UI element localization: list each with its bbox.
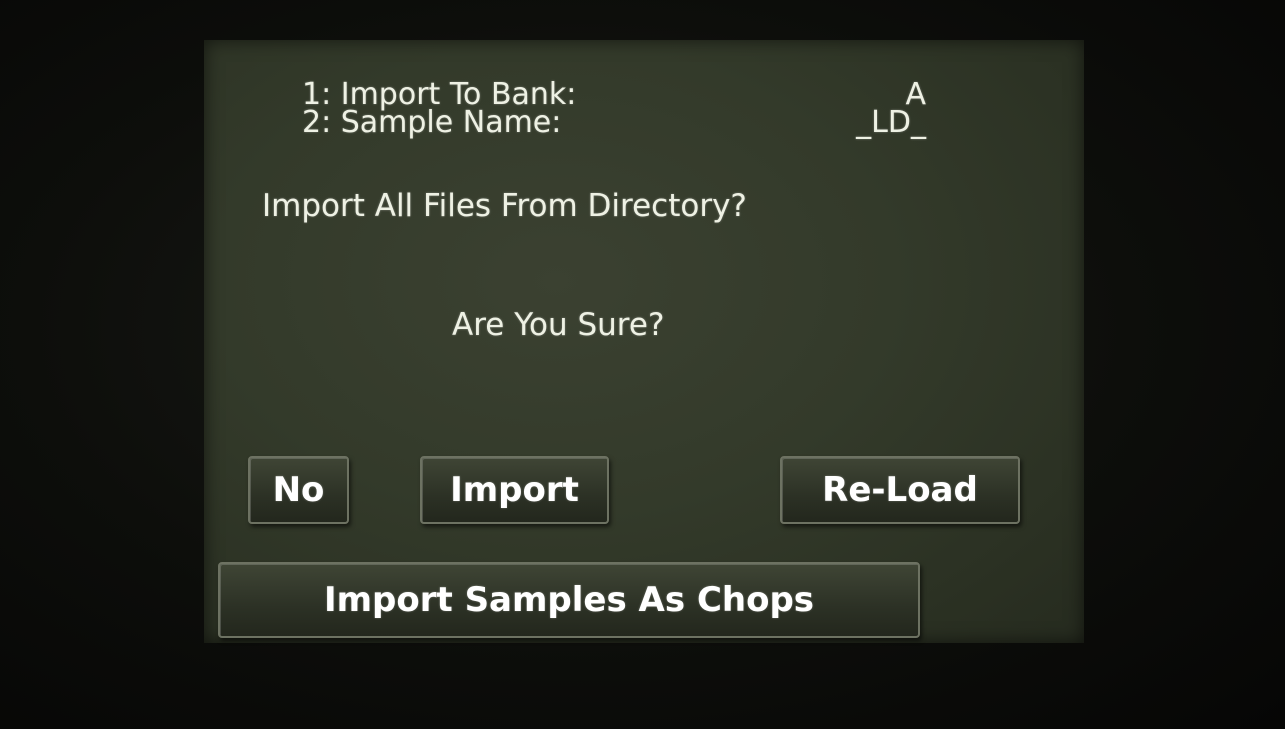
param-label-sample-name: 2: Sample Name: <box>302 105 562 140</box>
import-samples-as-chops-button[interactable]: Import Samples As Chops <box>218 562 920 638</box>
no-button[interactable]: No <box>248 456 349 524</box>
param-value-sample-name[interactable]: _LD_ <box>784 108 926 138</box>
dialog-confirm-text: Are You Sure? <box>452 307 665 343</box>
dialog-question: Import All Files From Directory? <box>262 188 747 224</box>
import-button[interactable]: Import <box>420 456 609 524</box>
lcd-screen: 1: Import To Bank: A 2: Sample Name: _LD… <box>204 40 1084 643</box>
reload-button[interactable]: Re-Load <box>780 456 1020 524</box>
